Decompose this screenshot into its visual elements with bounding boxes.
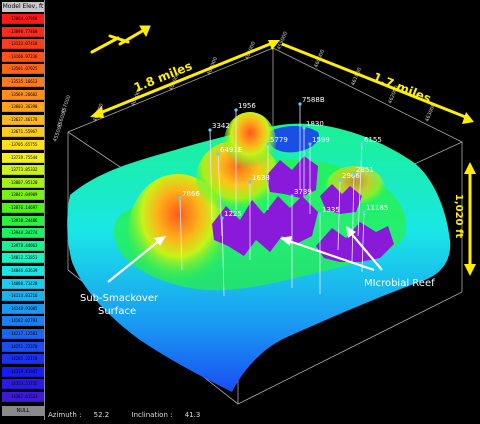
- well-label: 7866: [182, 190, 200, 198]
- view-status-bar: Azimuth : 52.2 Inclination : 41.3: [48, 411, 220, 419]
- well-label: 1830: [306, 120, 324, 128]
- north-arrow-icon: [90, 25, 151, 54]
- legend-swatch: -13944.34274: [2, 228, 44, 239]
- well-label: 3342: [212, 122, 230, 130]
- well-label: 7588B: [302, 96, 325, 104]
- well-label: 1599: [312, 136, 330, 144]
- legend-swatch: -13807.95120: [2, 177, 44, 188]
- legend-swatch: -13842.04909: [2, 190, 44, 201]
- legend-swatch: -13603.36390: [2, 102, 44, 113]
- well-label: 5779: [270, 136, 288, 144]
- inclination-readout: Inclination : 41.3: [131, 411, 201, 419]
- legend-swatch: -13098.77460: [2, 26, 44, 37]
- height-label: 1,020 ft: [453, 194, 464, 238]
- legend-swatch: -13876.14697: [2, 203, 44, 213]
- legend-swatch: -14353.51735: [2, 379, 44, 390]
- legend-swatch: -13535.16613: [2, 77, 44, 87]
- reef-label: MIcrobial Reef: [364, 278, 435, 289]
- depth-label: 1.7 miles: [371, 70, 433, 106]
- well-label: 1225: [224, 210, 242, 218]
- legend-swatch: -14319.41947: [2, 366, 44, 377]
- azimuth-readout: Azimuth : 52.2: [48, 411, 110, 419]
- legend-swatch: -14046.63639: [2, 266, 44, 276]
- well-label: 1956: [238, 102, 256, 110]
- surface-label-line2: Surface: [98, 306, 136, 317]
- legend-swatch: -13705.65755: [2, 140, 44, 150]
- legend-swatch: -13910.24486: [2, 215, 44, 226]
- well-label: 1335: [322, 206, 340, 214]
- legend-swatch: -14012.53851: [2, 253, 44, 264]
- legend-swatch: -13773.85332: [2, 165, 44, 176]
- surface-label-line1: Sub-Smackover: [80, 293, 159, 304]
- legend-swatch: -13064.07958: [2, 14, 44, 24]
- legend-swatch: -13501.07025: [2, 64, 44, 75]
- legend-swatch: -13569.26602: [2, 89, 44, 100]
- legend-title: Model Elev, ft: [2, 2, 44, 12]
- legend-swatch: -13166.97236: [2, 51, 44, 62]
- well-label: 3739: [294, 188, 312, 196]
- legend-swatch: -14387.61523: [2, 392, 44, 402]
- legend-swatch: -14148.93005: [2, 303, 44, 314]
- legend-swatch: -13671.55967: [2, 127, 44, 138]
- legend-swatch: -14182.02793: [2, 316, 44, 327]
- legend-swatch: -14217.12581: [2, 329, 44, 339]
- legend-swatch: -14285.32158: [2, 354, 44, 365]
- width-label: 1.8 miles: [132, 59, 194, 95]
- legend-swatch: -13133.07418: [2, 39, 44, 50]
- well-label: 6155: [364, 136, 382, 144]
- 3d-surface-view[interactable]: 19567588B3342 18306491E5779 1599 61551638 29…: [44, 0, 480, 410]
- legend-swatch: -14080.73428: [2, 278, 44, 289]
- legend-swatch: -13978.44063: [2, 240, 44, 251]
- legend-swatch: -14251.22370: [2, 341, 44, 352]
- legend-swatch: -13739.75544: [2, 152, 44, 163]
- well-label: 6491E: [220, 146, 242, 154]
- height-dimension-arrow: [464, 162, 476, 276]
- well-label: 11185: [366, 204, 388, 212]
- elevation-legend: Model Elev, ft -13064.07958 -13098.77460 -…: [0, 0, 45, 420]
- legend-null-swatch: NULL: [2, 406, 44, 416]
- legend-swatch: -14114.83216: [2, 291, 44, 302]
- axis-tick-label: 457000: [60, 95, 72, 115]
- well-label: 1638: [252, 174, 270, 182]
- well-label: 2851: [356, 166, 374, 174]
- legend-swatch: -13637.46178: [2, 114, 44, 125]
